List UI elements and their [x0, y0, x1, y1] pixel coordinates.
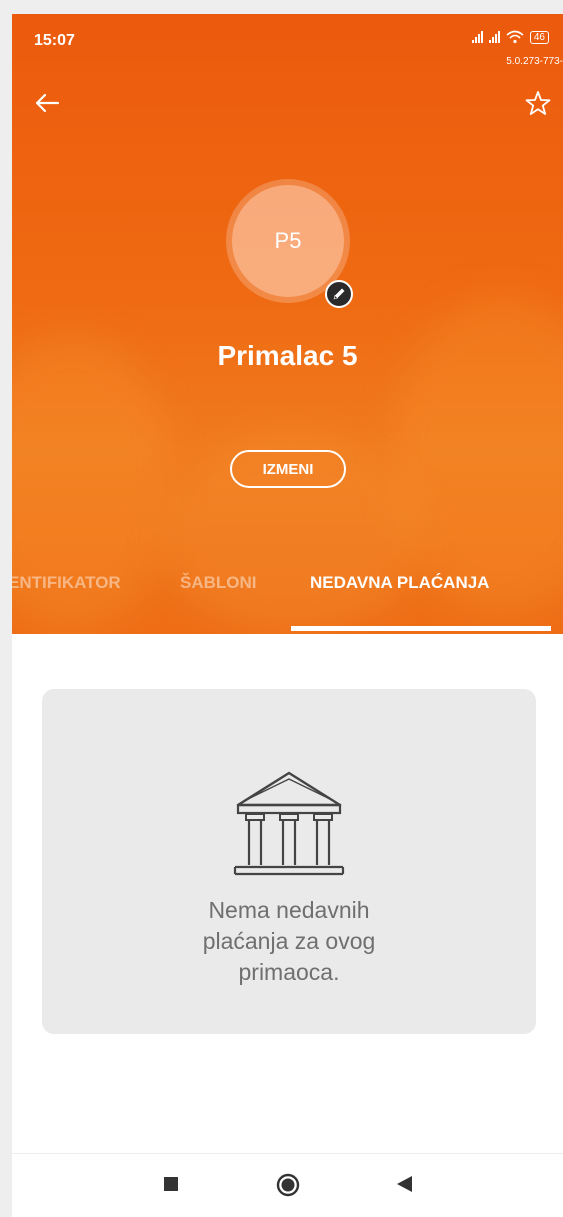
triangle-back-icon	[397, 1176, 412, 1192]
status-time: 15:07	[34, 32, 75, 49]
tab-identifikator[interactable]: ENTIFIKATOR	[12, 573, 121, 593]
app-screen: 15:07 46 5.0.273-773- P5 Primalac 5 IZME…	[12, 14, 563, 1217]
tab-nedavna-placanja[interactable]: NEDAVNA PLAĆANJA	[310, 573, 489, 593]
recipient-header: 15:07 46 5.0.273-773- P5 Primalac 5 IZME…	[12, 14, 563, 634]
avatar-initials: P5	[232, 185, 344, 297]
arrow-back-icon	[35, 93, 60, 113]
circle-icon	[276, 1173, 300, 1197]
empty-state-line: plaćanja za ovog	[202, 928, 376, 954]
empty-state-card: Nema nedavnih plaćanja za ovog primaoca.	[42, 689, 536, 1034]
back-button[interactable]	[32, 88, 62, 118]
empty-state-line: primaoca.	[238, 959, 340, 985]
tab-sabloni[interactable]: ŠABLONI	[180, 573, 257, 593]
recents-button[interactable]	[163, 1176, 179, 1197]
empty-state-line: Nema nedavnih	[208, 897, 370, 923]
status-icons: 46	[471, 30, 549, 44]
edit-button[interactable]: IZMENI	[230, 450, 346, 488]
edit-avatar-button[interactable]	[325, 280, 353, 308]
star-outline-icon	[525, 91, 551, 115]
favorite-button[interactable]	[523, 88, 553, 118]
wifi-icon	[506, 30, 524, 44]
pencil-icon	[333, 288, 345, 300]
recipient-name: Primalac 5	[217, 340, 358, 371]
signal-icon	[488, 31, 500, 43]
system-back-button[interactable]	[395, 1175, 413, 1198]
active-tab-indicator	[291, 626, 551, 631]
bank-icon	[233, 771, 345, 876]
square-icon	[164, 1177, 178, 1191]
tab-bar: ENTIFIKATOR ŠABLONI NEDAVNA PLAĆANJA	[12, 559, 563, 634]
signal-icon	[471, 31, 483, 43]
status-bar: 15:07 46 5.0.273-773-	[12, 14, 563, 74]
version-label: 5.0.273-773-	[506, 56, 563, 67]
battery-icon: 46	[529, 30, 549, 44]
empty-state-message: Nema nedavnih plaćanja za ovog primaoca.	[42, 895, 536, 988]
system-navigation-bar	[12, 1153, 563, 1217]
home-button[interactable]	[276, 1173, 300, 1202]
